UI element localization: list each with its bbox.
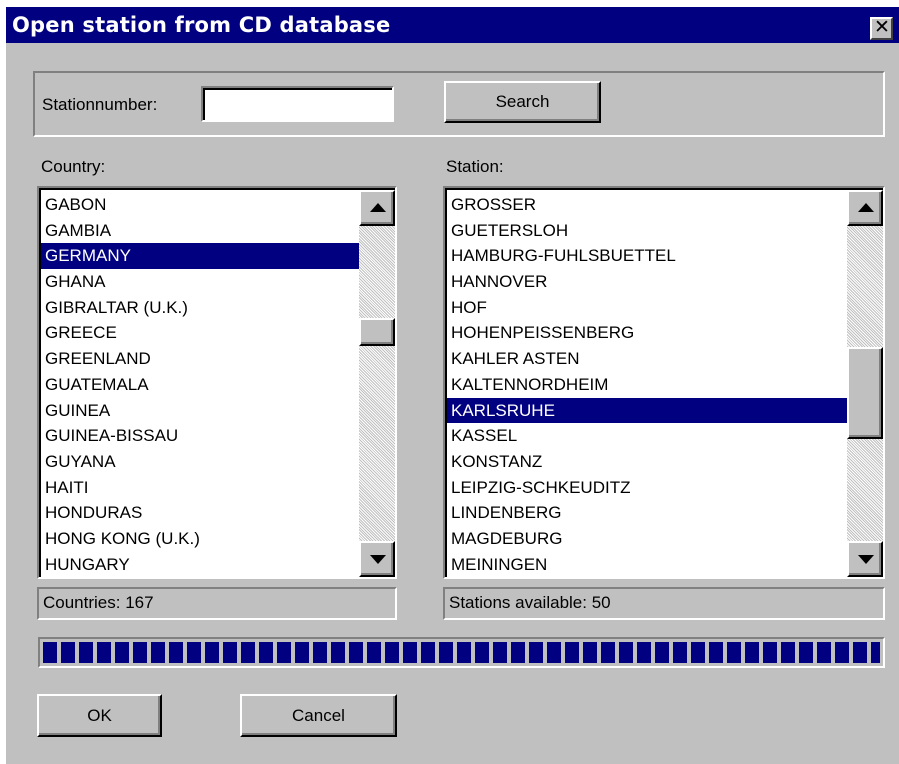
ok-button-label: OK	[87, 706, 112, 725]
country-list-item[interactable]: GUINEA-BISSAU	[41, 423, 359, 449]
station-list-item[interactable]: LINDENBERG	[447, 500, 847, 526]
window-title: Open station from CD database	[12, 13, 391, 37]
country-list-item[interactable]: GREECE	[41, 320, 359, 346]
scroll-up-arrow-icon	[370, 203, 386, 212]
close-button[interactable]: ✕	[870, 16, 893, 40]
open-station-dialog: Open station from CD database ✕ Stationn…	[6, 7, 899, 764]
station-scroll-down-button[interactable]	[847, 541, 883, 577]
country-scrollbar[interactable]	[359, 190, 395, 577]
progress-bar-fill	[43, 642, 880, 663]
country-listbox[interactable]: GABON GAMBIA GERMANY GHANA GIBRALTAR (U.K.) G…	[37, 186, 397, 579]
station-list-item[interactable]: HAMBURG-FUHLSBUETTEL	[447, 243, 847, 269]
country-list-item[interactable]: HONDURAS	[41, 500, 359, 526]
country-list-item[interactable]: GUINEA	[41, 398, 359, 424]
country-list-item[interactable]: GUATEMALA	[41, 372, 359, 398]
country-scroll-down-button[interactable]	[359, 541, 395, 577]
station-list-item[interactable]: MEININGEN	[447, 552, 847, 577]
station-list-item[interactable]: GUETERSLOH	[447, 218, 847, 244]
country-scroll-up-button[interactable]	[359, 190, 395, 226]
scroll-down-arrow-icon	[370, 555, 386, 564]
station-list-item[interactable]: KONSTANZ	[447, 449, 847, 475]
station-listbox[interactable]: GROSSER GUETERSLOH HAMBURG-FUHLSBUETTEL HAN…	[443, 186, 885, 579]
country-list: GABON GAMBIA GERMANY GHANA GIBRALTAR (U.K.) G…	[41, 192, 359, 577]
search-button[interactable]: Search	[444, 81, 601, 123]
station-list-item[interactable]: KASSEL	[447, 423, 847, 449]
country-list-item[interactable]: GIBRALTAR (U.K.)	[41, 295, 359, 321]
station-scroll-thumb[interactable]	[847, 347, 883, 439]
scroll-up-arrow-icon	[858, 203, 874, 212]
station-list-item[interactable]: KAHLER ASTEN	[447, 346, 847, 372]
search-button-label: Search	[495, 92, 550, 111]
cancel-button[interactable]: Cancel	[240, 694, 397, 737]
country-scroll-thumb[interactable]	[359, 318, 395, 346]
station-scroll-up-button[interactable]	[847, 190, 883, 226]
station-list-item[interactable]: GROSSER	[447, 192, 847, 218]
station-label: Station:	[446, 157, 504, 176]
station-list-item[interactable]: KARLSRUHE	[447, 397, 847, 424]
station-list-item[interactable]: MAGDEBURG	[447, 526, 847, 552]
country-list-item[interactable]: HAITI	[41, 475, 359, 501]
country-list-item[interactable]: HUNGARY	[41, 552, 359, 577]
station-list: GROSSER GUETERSLOH HAMBURG-FUHLSBUETTEL HAN…	[447, 192, 847, 577]
country-list-item[interactable]: GAMBIA	[41, 218, 359, 244]
country-list-item[interactable]: GERMANY	[41, 243, 359, 270]
station-scrollbar[interactable]	[847, 190, 883, 577]
title-bar[interactable]: Open station from CD database ✕	[6, 7, 899, 43]
station-list-item[interactable]: LEIPZIG-SCHKEUDITZ	[447, 475, 847, 501]
station-list-item[interactable]: KALTENNORDHEIM	[447, 372, 847, 398]
stationnumber-input[interactable]	[201, 86, 394, 122]
country-list-item[interactable]: GHANA	[41, 269, 359, 295]
country-list-item[interactable]: GABON	[41, 192, 359, 218]
close-icon: ✕	[874, 16, 890, 38]
progress-bar	[38, 637, 885, 668]
stationnumber-label: Stationnumber:	[42, 95, 158, 114]
scroll-down-arrow-icon	[858, 555, 874, 564]
country-list-item[interactable]: GREENLAND	[41, 346, 359, 372]
station-list-item[interactable]: HOF	[447, 295, 847, 321]
stations-available-status: Stations available: 50	[443, 587, 885, 620]
station-list-item[interactable]: HANNOVER	[447, 269, 847, 295]
stationnumber-value	[203, 88, 392, 120]
countries-count-status: Countries: 167	[37, 587, 397, 620]
country-label: Country:	[41, 157, 106, 176]
cancel-button-label: Cancel	[292, 706, 345, 725]
ok-button[interactable]: OK	[37, 694, 162, 737]
station-list-item[interactable]: HOHENPEISSENBERG	[447, 320, 847, 346]
country-list-item[interactable]: HONG KONG (U.K.)	[41, 526, 359, 552]
country-list-item[interactable]: GUYANA	[41, 449, 359, 475]
